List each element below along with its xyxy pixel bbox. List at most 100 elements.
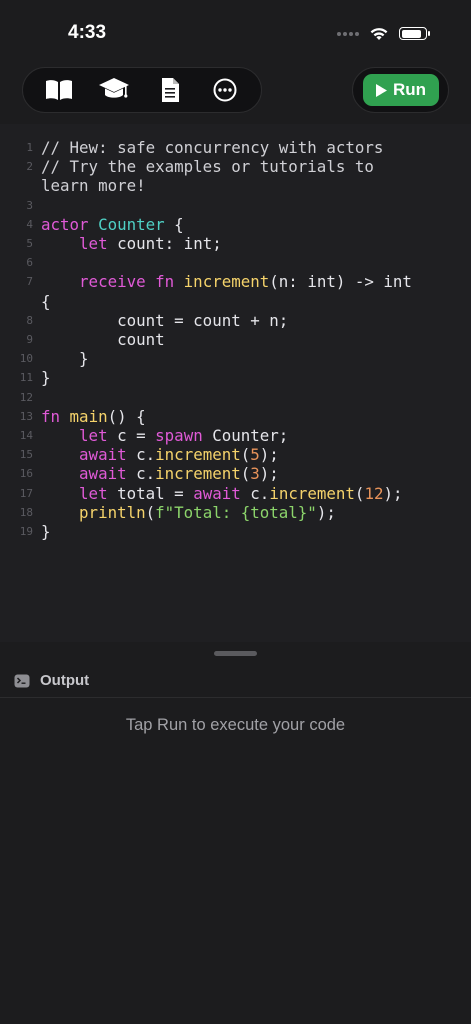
line-code: } bbox=[41, 368, 51, 387]
code-token: receive fn bbox=[79, 272, 175, 292]
code-line: 19} bbox=[0, 522, 412, 541]
line-number: 17 bbox=[19, 486, 33, 500]
code-token: 12 bbox=[364, 483, 384, 503]
battery-icon bbox=[399, 27, 430, 40]
code-line: 14 let c = spawn Counter; bbox=[0, 426, 412, 445]
examples-button[interactable] bbox=[148, 68, 192, 112]
line-number: 16 bbox=[19, 467, 33, 481]
code-token: () { bbox=[107, 406, 146, 426]
tutorials-button[interactable] bbox=[92, 68, 136, 112]
library-button[interactable] bbox=[37, 68, 81, 112]
code-token: await bbox=[79, 464, 127, 484]
status-time: 4:33 bbox=[68, 22, 107, 43]
code-token: // Try the examples or tutorials to bbox=[41, 157, 374, 177]
line-code: learn more! bbox=[41, 176, 146, 195]
code-token: ( bbox=[354, 483, 365, 503]
output-placeholder: Tap Run to execute your code bbox=[125, 716, 346, 734]
code-token: let bbox=[79, 234, 108, 254]
line-code: receive fn increment(n: int) -> int bbox=[41, 272, 412, 291]
panel-grabber[interactable] bbox=[214, 651, 257, 656]
line-code: fn main() { bbox=[41, 407, 146, 426]
status-bar: 4:33 bbox=[0, 0, 471, 60]
line-code: let c = spawn Counter; bbox=[41, 426, 288, 445]
code-token: 5 bbox=[250, 445, 260, 465]
graduation-cap-icon bbox=[99, 78, 130, 98]
code-line: 12 bbox=[0, 388, 412, 407]
output-header: Output bbox=[14, 672, 89, 689]
more-button[interactable] bbox=[203, 68, 247, 112]
status-icons bbox=[337, 26, 430, 41]
code-token: } bbox=[41, 368, 51, 388]
code-token: count bbox=[41, 330, 165, 350]
battery-level bbox=[401, 29, 422, 38]
code-token: total = bbox=[107, 483, 194, 503]
code-token: ( bbox=[240, 445, 251, 465]
line-code: actor Counter { bbox=[41, 215, 184, 234]
code-line: 5 let count: int; bbox=[0, 234, 412, 253]
play-icon bbox=[375, 83, 387, 97]
code-token: ); bbox=[316, 502, 336, 522]
output-title: Output bbox=[40, 672, 90, 689]
code-token: Counter bbox=[98, 214, 165, 234]
code-line: 10 } bbox=[0, 349, 412, 368]
code-token: } bbox=[41, 522, 51, 542]
code-token: // Hew: safe concurrency with actors bbox=[41, 138, 384, 157]
code-token: (n: int) -> int bbox=[269, 272, 412, 292]
line-code: println(f"Total: {total}"); bbox=[41, 503, 336, 522]
line-number: 19 bbox=[19, 525, 33, 539]
line-code: // Hew: safe concurrency with actors bbox=[41, 138, 383, 157]
line-code: await c.increment(3); bbox=[41, 464, 279, 483]
line-number: 9 bbox=[26, 333, 33, 347]
line-code: { bbox=[41, 292, 51, 311]
terminal-icon bbox=[14, 674, 30, 687]
line-code: await c.increment(5); bbox=[41, 445, 279, 464]
more-icon bbox=[213, 78, 237, 102]
line-code: let count: int; bbox=[41, 234, 222, 253]
code-line: 16 await c.increment(3); bbox=[0, 464, 412, 483]
code-token: increment bbox=[183, 272, 270, 292]
code-editor[interactable]: 1 // Hew: safe concurrency with actors 2 //… bbox=[0, 124, 471, 642]
code-token: ); bbox=[259, 464, 279, 484]
line-number: 7 bbox=[26, 275, 33, 289]
line-number: 4 bbox=[26, 217, 33, 231]
toolbar bbox=[22, 67, 262, 113]
code-token: await bbox=[193, 483, 241, 503]
code-line: 9 count bbox=[0, 330, 412, 349]
code-token: ( bbox=[240, 464, 251, 484]
code-line: learn more! bbox=[0, 176, 412, 195]
code-line: 7 receive fn increment(n: int) -> int bbox=[0, 272, 412, 291]
line-number: 8 bbox=[26, 313, 33, 327]
line-code: count bbox=[41, 330, 165, 349]
line-number: 5 bbox=[26, 237, 33, 251]
divider bbox=[0, 697, 471, 698]
run-button[interactable]: Run bbox=[362, 74, 439, 106]
code-token: fn bbox=[41, 406, 61, 426]
code-token: 3 bbox=[250, 464, 260, 484]
code-line: 15 await c.increment(5); bbox=[0, 445, 412, 464]
line-number: 1 bbox=[26, 141, 33, 154]
line-code: // Try the examples or tutorials to bbox=[41, 157, 374, 176]
code-token: actor bbox=[41, 214, 89, 234]
line-number bbox=[0, 292, 41, 311]
output-panel: Output Tap Run to execute your code bbox=[0, 642, 471, 1024]
code-token: ( bbox=[145, 502, 156, 522]
code-line: 1 // Hew: safe concurrency with actors bbox=[0, 138, 412, 157]
code-token: { bbox=[41, 291, 51, 311]
code-lines: 1 // Hew: safe concurrency with actors 2 //… bbox=[0, 138, 412, 541]
code-line: 17 let total = await c.increment(12); bbox=[0, 484, 412, 503]
code-token: let bbox=[79, 426, 108, 446]
code-token: } bbox=[41, 349, 89, 369]
code-line: { bbox=[0, 292, 412, 311]
code-token: main bbox=[69, 406, 108, 426]
code-line: 2 // Try the examples or tutorials to bbox=[0, 157, 412, 176]
line-number: 10 bbox=[19, 352, 33, 366]
book-icon bbox=[45, 80, 72, 100]
